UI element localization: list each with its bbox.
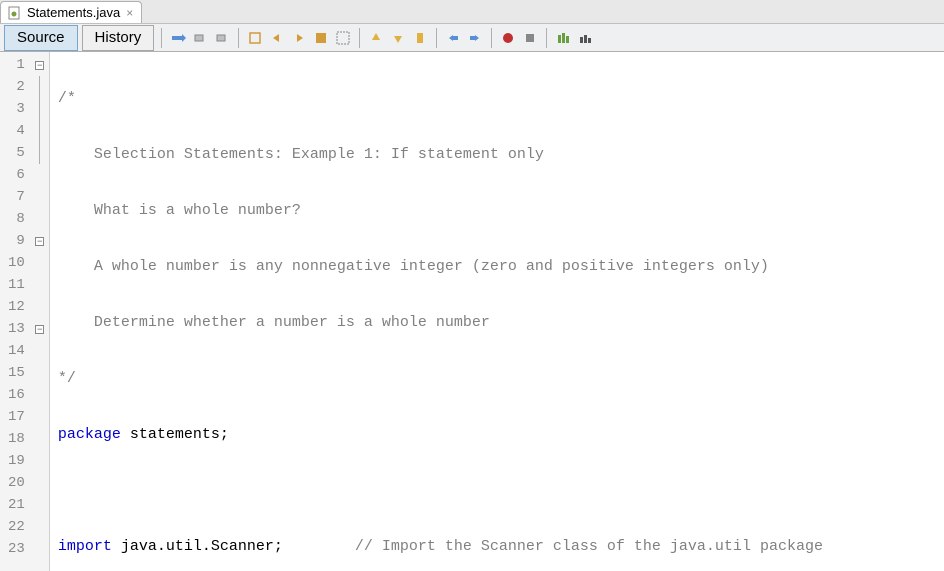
separator	[546, 28, 547, 48]
tab-bar: Statements.java ×	[0, 0, 944, 24]
separator	[436, 28, 437, 48]
uncomment-icon[interactable]	[576, 29, 594, 47]
code-text: java.util.Scanner;	[112, 538, 355, 555]
java-file-icon	[7, 6, 21, 20]
line-number[interactable]: 19	[8, 450, 25, 472]
macro-record-icon[interactable]	[499, 29, 517, 47]
file-tab[interactable]: Statements.java ×	[0, 1, 142, 23]
separator	[238, 28, 239, 48]
code-text: Determine whether a number is a whole nu…	[58, 314, 490, 331]
line-number[interactable]: 4	[8, 120, 25, 142]
line-number[interactable]: 5	[8, 142, 25, 164]
code-text: /*	[58, 90, 76, 107]
line-number[interactable]: 18	[8, 428, 25, 450]
line-number[interactable]: 14	[8, 340, 25, 362]
find-prev-icon[interactable]	[268, 29, 286, 47]
gutter: 1234567891011121314151617181920212223 − …	[0, 52, 50, 571]
separator	[161, 28, 162, 48]
last-edit-icon[interactable]	[169, 29, 187, 47]
fold-toggle-icon[interactable]: −	[35, 325, 44, 334]
line-number[interactable]: 12	[8, 296, 25, 318]
code-text: What is a whole number?	[58, 202, 301, 219]
find-selection-icon[interactable]	[246, 29, 264, 47]
code-area[interactable]: /* Selection Statements: Example 1: If s…	[50, 52, 944, 571]
code-text: A whole number is any nonnegative intege…	[58, 258, 769, 275]
line-number[interactable]: 21	[8, 494, 25, 516]
line-number[interactable]: 10	[8, 252, 25, 274]
line-number[interactable]: 13	[8, 318, 25, 340]
code-text: Selection Statements: Example 1: If stat…	[58, 146, 544, 163]
line-numbers: 1234567891011121314151617181920212223	[0, 52, 31, 571]
find-next-icon[interactable]	[290, 29, 308, 47]
line-number[interactable]: 1	[8, 54, 25, 76]
line-number[interactable]: 8	[8, 208, 25, 230]
line-number[interactable]: 9	[8, 230, 25, 252]
fold-toggle-icon[interactable]: −	[35, 237, 44, 246]
view-tab-history[interactable]: History	[82, 25, 155, 51]
next-bookmark-icon[interactable]	[389, 29, 407, 47]
line-number[interactable]: 11	[8, 274, 25, 296]
tab-filename: Statements.java	[27, 5, 120, 20]
fold-gutter: − − −	[31, 52, 49, 571]
view-tab-source[interactable]: Source	[4, 25, 78, 51]
line-number[interactable]: 17	[8, 406, 25, 428]
macro-stop-icon[interactable]	[521, 29, 539, 47]
line-number[interactable]: 7	[8, 186, 25, 208]
code-text: statements;	[121, 426, 229, 443]
line-number[interactable]: 3	[8, 98, 25, 120]
toggle-highlight-icon[interactable]	[312, 29, 330, 47]
back-icon[interactable]	[191, 29, 209, 47]
code-text: import	[58, 538, 112, 555]
line-number[interactable]: 2	[8, 76, 25, 98]
line-number[interactable]: 23	[8, 538, 25, 560]
separator	[491, 28, 492, 48]
forward-icon[interactable]	[213, 29, 231, 47]
toggle-bookmark-icon[interactable]	[411, 29, 429, 47]
shift-left-icon[interactable]	[444, 29, 462, 47]
line-number[interactable]: 6	[8, 164, 25, 186]
line-number[interactable]: 20	[8, 472, 25, 494]
line-number[interactable]: 15	[8, 362, 25, 384]
editor-toolbar: Source History	[0, 24, 944, 52]
separator	[359, 28, 360, 48]
close-icon[interactable]: ×	[126, 6, 133, 20]
editor-area: 1234567891011121314151617181920212223 − …	[0, 52, 944, 571]
comment-icon[interactable]	[554, 29, 572, 47]
code-text: */	[58, 370, 76, 387]
prev-bookmark-icon[interactable]	[367, 29, 385, 47]
shift-right-icon[interactable]	[466, 29, 484, 47]
fold-toggle-icon[interactable]: −	[35, 61, 44, 70]
toggle-rect-icon[interactable]	[334, 29, 352, 47]
code-text: // Import the Scanner class of the java.…	[355, 538, 823, 555]
code-text: package	[58, 426, 121, 443]
line-number[interactable]: 16	[8, 384, 25, 406]
line-number[interactable]: 22	[8, 516, 25, 538]
